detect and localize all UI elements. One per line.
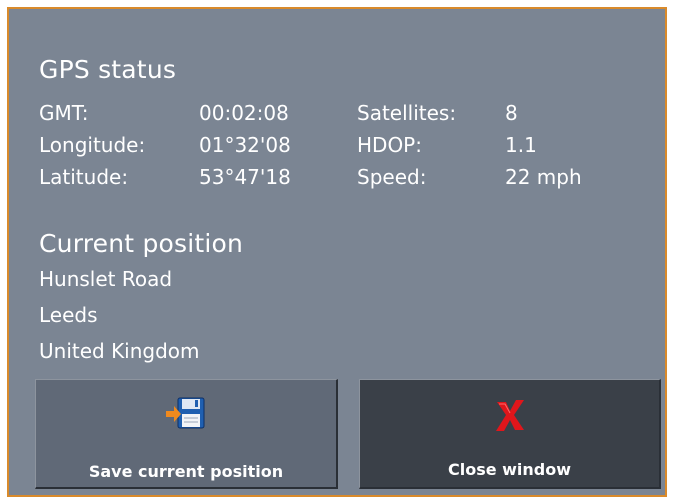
close-x-icon bbox=[488, 394, 532, 436]
address-street: Hunslet Road bbox=[39, 267, 173, 291]
gmt-label: GMT: bbox=[39, 101, 89, 125]
speed-label: Speed: bbox=[357, 165, 427, 189]
speed-value: 22 mph bbox=[505, 165, 582, 189]
hdop-value: 1.1 bbox=[505, 133, 537, 157]
gps-status-title: GPS status bbox=[39, 55, 177, 84]
latitude-value: 53°47'18 bbox=[199, 165, 291, 189]
gmt-value: 00:02:08 bbox=[199, 101, 289, 125]
current-position-title: Current position bbox=[39, 229, 244, 258]
save-current-position-button[interactable]: Save current position bbox=[35, 379, 338, 489]
address-city: Leeds bbox=[39, 303, 98, 327]
save-floppy-icon bbox=[164, 394, 208, 436]
close-window-label: Close window bbox=[447, 460, 572, 479]
hdop-label: HDOP: bbox=[357, 133, 422, 157]
longitude-label: Longitude: bbox=[39, 133, 146, 157]
save-current-position-label: Save current position bbox=[88, 462, 284, 481]
close-window-button[interactable]: Close window bbox=[359, 379, 661, 489]
satellites-value: 8 bbox=[505, 101, 518, 125]
latitude-label: Latitude: bbox=[39, 165, 129, 189]
address-country: United Kingdom bbox=[39, 339, 200, 363]
gps-status-dialog: GPS status GMT: 00:02:08 Satellites: 8 L… bbox=[7, 7, 667, 497]
longitude-value: 01°32'08 bbox=[199, 133, 291, 157]
satellites-label: Satellites: bbox=[357, 101, 457, 125]
